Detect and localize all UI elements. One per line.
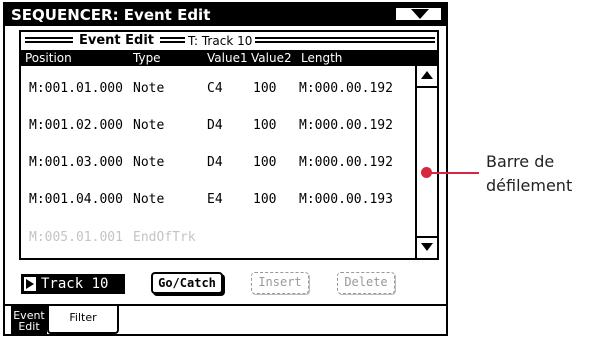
event-row[interactable]: M:001.04.000 Note E4 100 M:000.00.193 — [21, 190, 415, 210]
callout-dot — [421, 167, 432, 178]
scrollbar-annotation: Barre de défilement — [486, 150, 572, 198]
tab-filter[interactable]: Filter — [47, 306, 119, 334]
go-catch-button[interactable]: Go/Catch — [151, 272, 223, 294]
event-row[interactable]: M:005.01.001 EndOfTrk — [21, 228, 415, 248]
triangle-right-icon — [26, 279, 34, 289]
event-type: EndOfTrk — [133, 230, 196, 245]
panel-header: Event Edit T: Track 10 — [21, 32, 437, 50]
event-length: M:000.00.192 — [299, 81, 393, 96]
event-position: M:001.01.000 — [29, 81, 123, 96]
event-value1: D4 — [207, 155, 223, 170]
event-type: Note — [133, 81, 165, 96]
triangle-up-icon — [421, 71, 433, 79]
title-bar: SEQUENCER: Event Edit — [5, 4, 446, 26]
panel-title: Event Edit — [73, 33, 161, 48]
column-header-length: Length — [301, 51, 343, 65]
page-menu-button[interactable] — [394, 6, 444, 22]
event-edit-window: SEQUENCER: Event Edit Event Edit T: Trac… — [3, 2, 448, 336]
triangle-down-icon — [421, 243, 433, 251]
event-value1: C4 — [207, 81, 223, 96]
scroll-down-button[interactable] — [417, 236, 437, 258]
vertical-scrollbar[interactable] — [415, 66, 437, 258]
track-selector[interactable]: Track 10 — [21, 274, 125, 294]
triangle-down-icon — [411, 9, 429, 19]
tab-event-edit[interactable]: Event Edit — [11, 306, 47, 334]
callout-line — [427, 172, 479, 174]
event-position: M:001.02.000 — [29, 118, 123, 133]
event-position: M:001.03.000 — [29, 155, 123, 170]
delete-button[interactable]: Delete — [337, 272, 395, 294]
window-title: SEQUENCER: Event Edit — [11, 6, 211, 24]
event-list[interactable]: M:001.01.000 Note C4 100 M:000.00.192 M:… — [21, 66, 415, 258]
column-header-value1: Value1 — [207, 51, 248, 65]
track-selector-arrow[interactable] — [23, 276, 37, 292]
event-value2: 100 — [253, 81, 277, 96]
column-header-position: Position — [25, 51, 72, 65]
event-value1: D4 — [207, 118, 223, 133]
event-value2: 100 — [253, 155, 277, 170]
tab-event-edit-label-line2: Edit — [18, 320, 40, 333]
track-selector-value: Track 10 — [41, 276, 109, 292]
event-row[interactable]: M:001.02.000 Note D4 100 M:000.00.192 — [21, 116, 415, 136]
event-value2: 100 — [253, 192, 277, 207]
event-row[interactable]: M:001.03.000 Note D4 100 M:000.00.192 — [21, 153, 415, 173]
annotation-line2: défilement — [486, 176, 573, 195]
column-header-value2: Value2 — [251, 51, 292, 65]
column-header-type: Type — [133, 51, 161, 65]
event-list-panel: Event Edit T: Track 10 Position Type Val… — [19, 30, 439, 260]
event-value2: 100 — [253, 118, 277, 133]
annotation-line1: Barre de — [486, 152, 555, 171]
event-type: Note — [133, 155, 165, 170]
event-position: M:005.01.001 — [29, 230, 123, 245]
event-type: Note — [133, 192, 165, 207]
track-label: T: Track 10 — [185, 34, 256, 48]
scroll-up-button[interactable] — [417, 66, 437, 88]
event-length: M:000.00.192 — [299, 118, 393, 133]
event-position: M:001.04.000 — [29, 192, 123, 207]
event-length: M:000.00.193 — [299, 192, 393, 207]
event-length: M:000.00.192 — [299, 155, 393, 170]
column-header-row: Position Type Value1 Value2 Length — [21, 50, 437, 66]
tab-filter-label: Filter — [69, 311, 97, 324]
insert-button[interactable]: Insert — [251, 272, 309, 294]
event-type: Note — [133, 118, 165, 133]
event-value1: E4 — [207, 192, 223, 207]
event-row[interactable]: M:001.01.000 Note C4 100 M:000.00.192 — [21, 79, 415, 99]
